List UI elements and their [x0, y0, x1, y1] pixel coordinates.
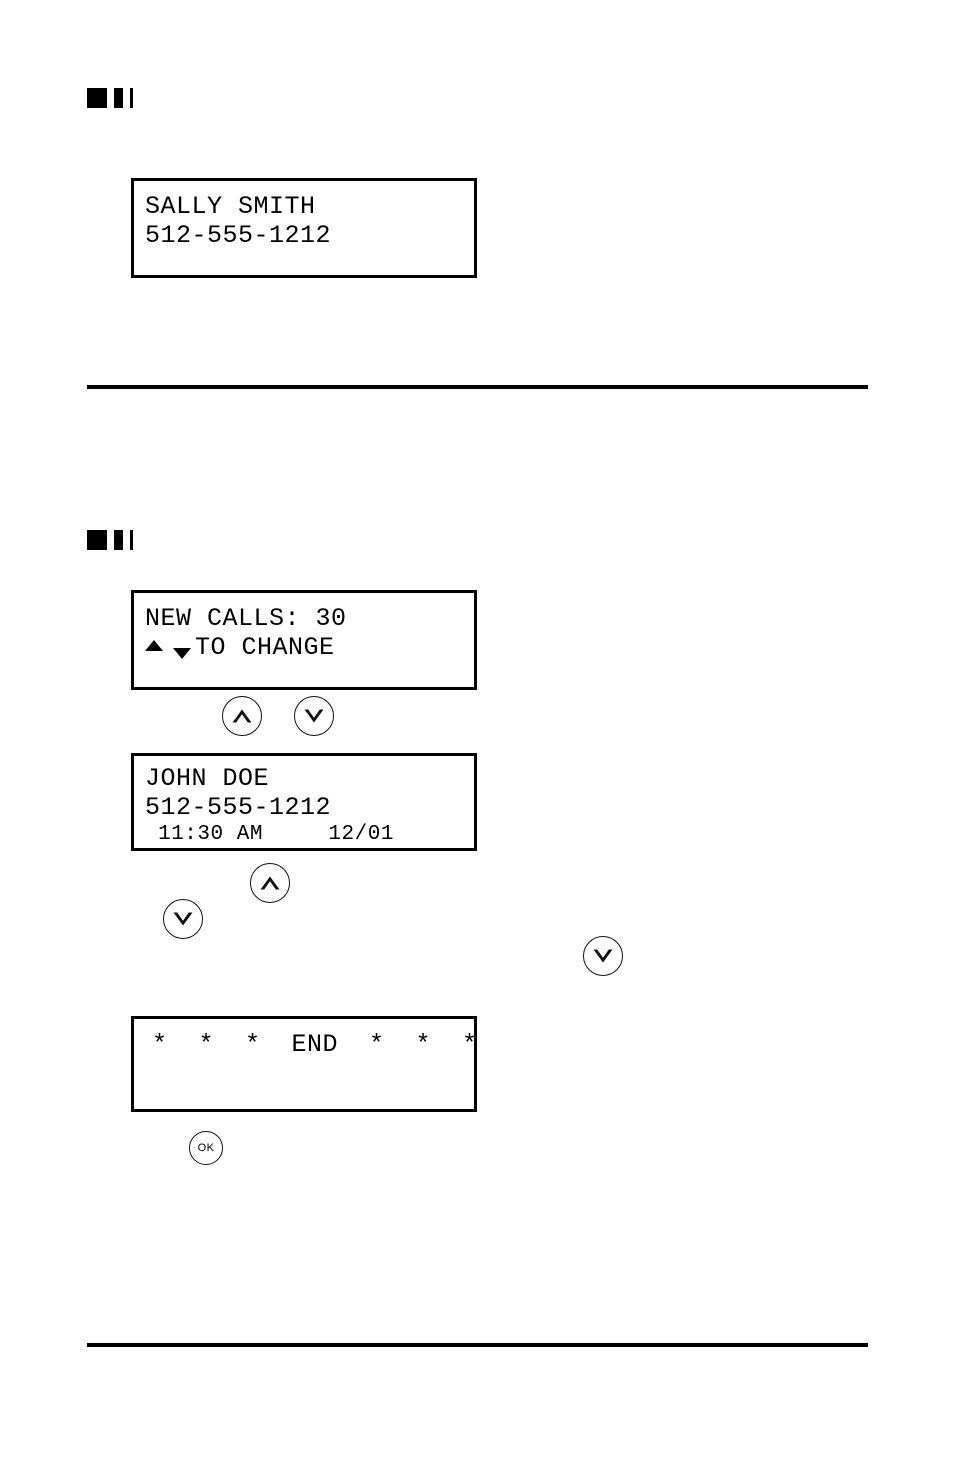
- chevron-down-icon: [304, 709, 324, 723]
- chevron-down-icon: [593, 949, 613, 963]
- marker-square-icon: [87, 88, 107, 108]
- upper-divider: [87, 385, 868, 389]
- lcd-record-name: JOHN DOE: [145, 764, 270, 793]
- marker-bar-icon: [114, 530, 123, 550]
- lcd-change-hint-label: TO CHANGE: [195, 633, 335, 662]
- lower-divider: [87, 1343, 868, 1347]
- section-marker-one: [87, 88, 133, 108]
- lcd-new-calls-title: NEW CALLS: 30: [145, 604, 347, 633]
- marker-line-icon: [130, 88, 133, 108]
- triangle-down-icon: [173, 648, 191, 659]
- lcd-display-new-calls: NEW CALLS: 30 TO CHANGE: [131, 590, 477, 690]
- chevron-up-icon: [232, 709, 252, 723]
- lcd-caller-name: SALLY SMITH: [145, 192, 316, 221]
- ok-button[interactable]: OK: [189, 1131, 223, 1165]
- section-marker-two: [87, 530, 133, 550]
- marker-bar-icon: [114, 88, 123, 108]
- lcd-change-hint-row: TO CHANGE: [145, 633, 335, 662]
- chevron-up-icon: [260, 876, 280, 890]
- down-arrow-button-2[interactable]: [163, 899, 203, 939]
- marker-line-icon: [130, 530, 133, 550]
- lcd-display-caller-id: SALLY SMITH 512-555-1212: [131, 178, 477, 278]
- lcd-record-timestamp: 11:30 AM 12/01: [145, 823, 394, 846]
- chevron-down-icon: [173, 912, 193, 926]
- up-arrow-button-2[interactable]: [250, 863, 290, 903]
- lcd-end-text: * * * END * * *: [152, 1030, 478, 1059]
- up-arrow-button-1[interactable]: [222, 696, 262, 736]
- triangle-up-icon: [145, 640, 163, 651]
- down-arrow-button-1[interactable]: [294, 696, 334, 736]
- lcd-record-number: 512-555-1212: [145, 793, 332, 822]
- down-arrow-button-3[interactable]: [583, 936, 623, 976]
- lcd-display-end: * * * END * * *: [131, 1016, 477, 1112]
- lcd-display-call-record: JOHN DOE 512-555-1212 11:30 AM 12/01: [131, 753, 477, 851]
- marker-square-icon: [87, 530, 107, 550]
- lcd-caller-number: 512-555-1212: [145, 221, 332, 250]
- ok-button-label: OK: [197, 1141, 215, 1154]
